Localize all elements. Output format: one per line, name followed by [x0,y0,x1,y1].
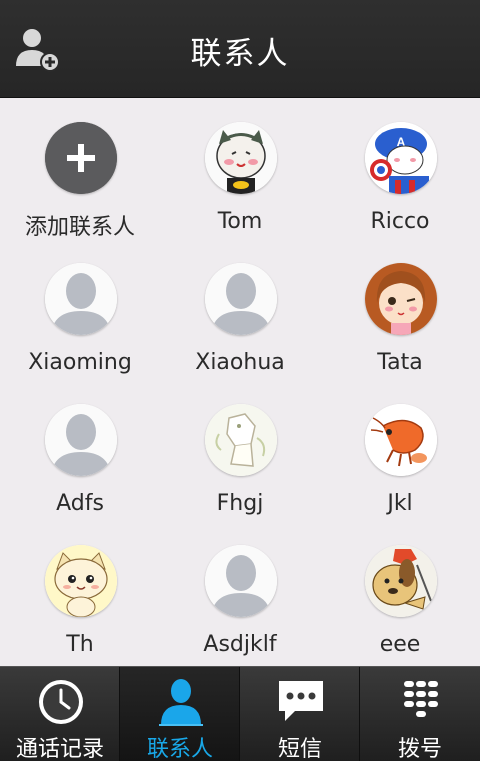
contact-name: Ricco [370,209,430,234]
default-avatar-icon [45,263,117,335]
contact-name: Fhgj [216,491,264,516]
tab-contacts[interactable]: 联系人 [120,667,240,761]
contact-name: Jkl [387,491,413,516]
contact-name: 添加联系人 [24,215,135,240]
contact-name: Adfs [56,491,104,516]
cartoon-kitten-avatar [45,545,117,617]
title-bar: 联系人 [0,0,480,98]
contact-tile[interactable]: Fhgj [160,380,320,521]
dialpad-icon [404,681,438,717]
contact-name: Asdjklf [203,632,277,657]
tab-label: 通话记录 [15,737,104,761]
default-avatar-icon [205,263,277,335]
contact-name: Tata [377,350,423,375]
page-title: 联系人 [190,36,290,72]
contact-name: Xiaohua [195,350,285,375]
contact-name: Th [66,632,94,657]
contacts-grid: 添加联系人 Tom A Ricco Xiaoming Xiaohua Tata … [0,98,480,666]
default-avatar-icon [45,404,117,476]
contact-tile[interactable]: Jkl [320,380,480,521]
contact-person-icon [159,679,203,726]
message-bubble-icon [279,681,323,721]
clock-icon [39,680,83,724]
tab-label: 联系人 [146,737,213,761]
tab-call-log[interactable]: 通话记录 [0,667,120,761]
contact-tile[interactable]: Xiaohua [160,239,320,380]
contact-tile[interactable]: Adfs [0,380,160,521]
cartoon-dog-avatar [365,545,437,617]
tab-messages[interactable]: 短信 [240,667,360,761]
contact-tile[interactable]: Xiaoming [0,239,160,380]
default-avatar-icon [205,545,277,617]
contact-tile[interactable]: eee [320,521,480,662]
tab-dialer[interactable]: 拨号 [360,667,480,761]
add-contact-tile[interactable]: 添加联系人 [0,98,160,240]
cartoon-captain-avatar: A [365,122,437,194]
contact-tile[interactable]: Tom [160,98,320,239]
tab-label: 短信 [277,737,322,761]
cartoon-shrimp-avatar [365,404,437,476]
contact-name: Xiaoming [28,350,132,375]
bottom-tab-bar: 通话记录 联系人 短信 拨号 [0,666,480,761]
contact-name: Tom [217,209,263,234]
add-circle-icon [45,122,117,194]
cartoon-cat-avatar [205,122,277,194]
contact-tile[interactable]: A Ricco [320,98,480,239]
cartoon-sketch-avatar [205,404,277,476]
cartoon-girl-avatar [365,263,437,335]
contact-tile[interactable]: Th [0,521,160,662]
contact-tile[interactable]: Asdjklf [160,521,320,662]
contact-name: eee [379,632,421,657]
tab-label: 拨号 [397,737,442,761]
contact-tile[interactable]: Tata [320,239,480,380]
